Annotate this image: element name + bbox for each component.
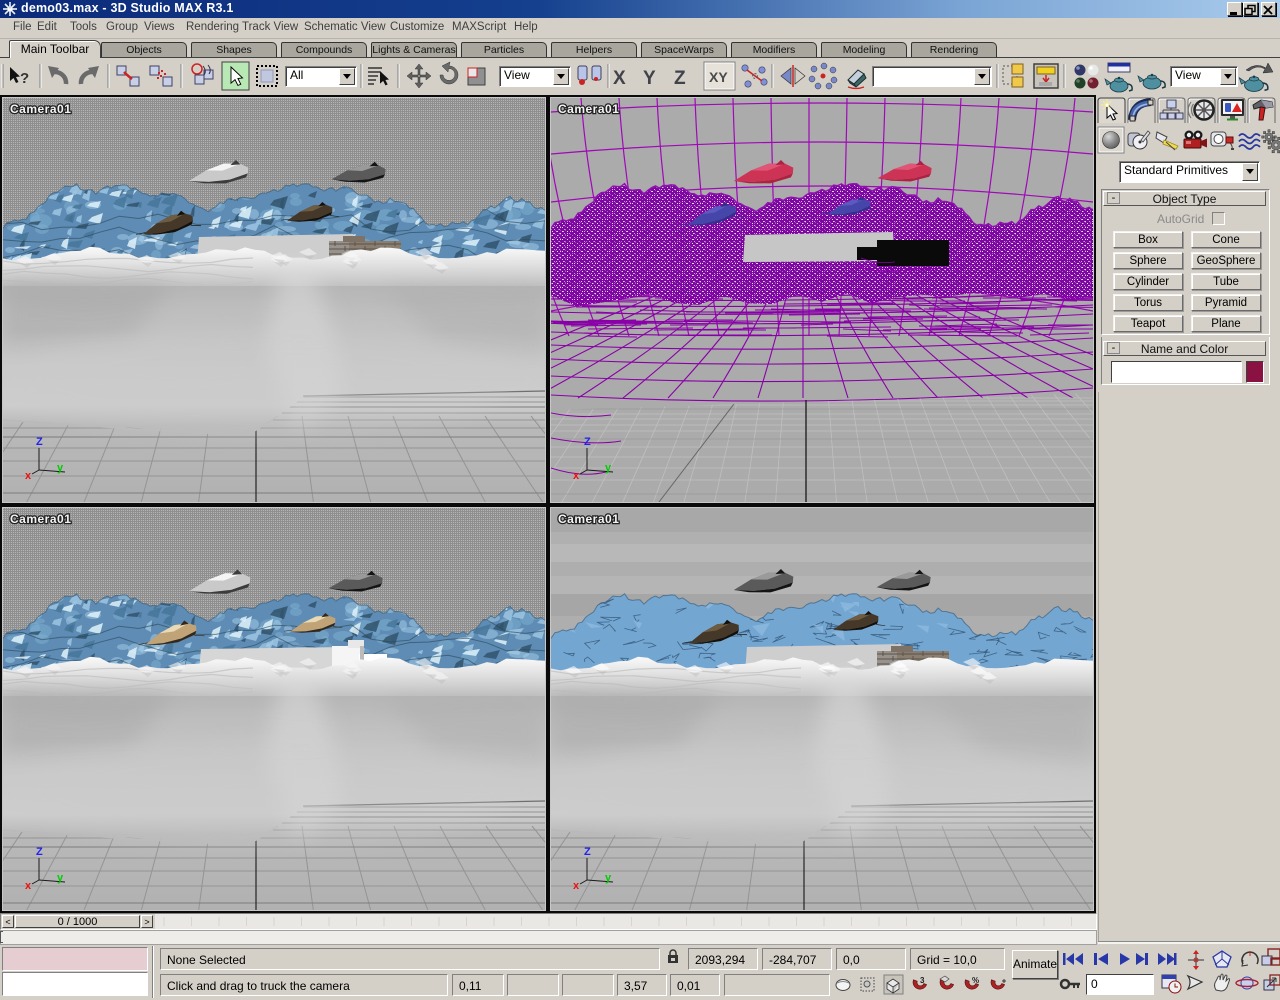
svg-text:x: x xyxy=(25,880,32,892)
svg-text:?: ? xyxy=(20,70,29,87)
svg-text:Z: Z xyxy=(584,436,591,448)
svg-text:Camera01: Camera01 xyxy=(558,102,619,116)
svg-text:Z: Z xyxy=(584,846,591,858)
svg-text:x: x xyxy=(25,470,32,482)
svg-text:Z: Z xyxy=(36,436,43,448)
svg-text:XY: XY xyxy=(709,69,728,85)
svg-text:Y: Y xyxy=(643,68,656,89)
svg-text:y: y xyxy=(605,872,612,884)
svg-text:x: x xyxy=(573,880,580,892)
svg-text:%: % xyxy=(972,976,979,985)
svg-text:3: 3 xyxy=(920,976,925,985)
svg-text:y: y xyxy=(57,872,64,884)
svg-text:Camera01: Camera01 xyxy=(10,102,71,116)
svg-text:y: y xyxy=(57,462,64,474)
svg-text:Camera01: Camera01 xyxy=(10,512,71,526)
svg-text:Z: Z xyxy=(36,846,43,858)
svg-text:Camera01: Camera01 xyxy=(558,512,619,526)
svg-text:y: y xyxy=(605,462,612,474)
svg-text:x: x xyxy=(573,470,580,482)
svg-text:Z: Z xyxy=(674,68,686,89)
svg-text:X: X xyxy=(613,68,626,89)
